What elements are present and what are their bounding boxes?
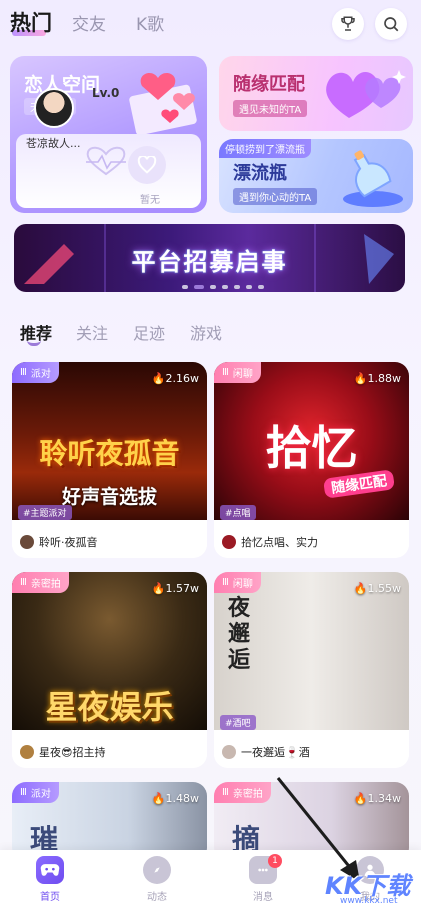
room-cover-title: 夜邂逅 (228, 596, 251, 673)
nav-feed-label: 动态 (147, 892, 167, 903)
room-card[interactable]: Ⅲ 闲聊 🔥1.55w 夜邂逅 #酒吧 一夜邂逅🍷酒 (214, 572, 409, 768)
random-match-subtitle: 遇见未知的TA (233, 100, 308, 117)
room-heat: 🔥1.48w (151, 792, 200, 805)
bars-icon: Ⅲ (222, 787, 229, 798)
bars-icon: Ⅲ (20, 577, 27, 588)
room-hashtag: #点唱 (220, 505, 256, 520)
pager-dot (258, 285, 264, 289)
banner-text: 平台招募启事 (131, 248, 288, 276)
pager-dot (182, 285, 188, 289)
envelope-hearts-icon (129, 72, 197, 136)
drift-bottle-title: 漂流瓶 (233, 163, 287, 184)
room-heat-value: 1.48w (165, 792, 200, 805)
host-avatar (20, 535, 34, 549)
room-cover-title: 聆听夜孤音 (39, 437, 180, 470)
top-nav: 热门 交友 K歌 (0, 0, 421, 48)
room-category: Ⅲ 派对 (12, 362, 59, 383)
search-icon (384, 17, 399, 32)
room-name: 一夜邂逅🍷酒 (241, 746, 310, 759)
pager-dot-active (194, 285, 204, 289)
host-avatar (222, 745, 236, 759)
room-category: Ⅲ 亲密拍 (12, 572, 69, 593)
heart-icon (137, 156, 157, 174)
trophy-icon (341, 16, 355, 31)
drift-bottle-tag: 停顿捞到了漂流瓶 (219, 139, 311, 158)
subtab-games[interactable]: 游戏 (190, 320, 222, 344)
partner-slot[interactable] (128, 146, 166, 184)
drift-bottle-subtitle: 遇到你心动的TA (233, 188, 318, 205)
room-card[interactable]: Ⅲ 派对 🔥2.16w 聆听夜孤音 好声音选拔 #主题派对 聆听·夜孤音 (12, 362, 207, 558)
gamepad-icon (36, 856, 64, 884)
partner-empty-label: 暂无 (140, 195, 160, 206)
level-label: Lv.0 (92, 86, 120, 100)
room-category-label: 派对 (30, 369, 51, 380)
room-category-label: 亲密拍 (232, 789, 263, 800)
room-heat-value: 1.57w (165, 582, 200, 595)
username: 苍凉故人... (26, 137, 81, 150)
sub-tabs: 推荐 关注 足迹 游戏 (0, 316, 421, 346)
tab-karaoke[interactable]: K歌 (136, 10, 164, 35)
avatar[interactable] (34, 88, 74, 128)
nav-home-label: 首页 (40, 892, 60, 903)
tab-friends[interactable]: 交友 (72, 10, 106, 35)
pager-dot (210, 285, 216, 289)
room-category: Ⅲ 闲聊 (214, 362, 261, 383)
room-name: 聆听·夜孤音 (39, 536, 98, 549)
subtab-follow[interactable]: 关注 (76, 320, 108, 344)
trophy-button[interactable] (332, 8, 364, 40)
room-heat: 🔥1.55w (353, 582, 402, 595)
room-category-label: 闲聊 (232, 369, 253, 380)
room-cover-title: 拾忆 (265, 421, 358, 475)
tab-hot[interactable]: 热门 (10, 7, 52, 37)
random-match-title: 随缘匹配 (233, 74, 305, 95)
pager-dot (234, 285, 240, 289)
room-info-bar: 聆听·夜孤音 (12, 526, 207, 558)
room-heat: 🔥1.57w (151, 582, 200, 595)
compass-icon (143, 856, 171, 884)
room-hashtag: #酒吧 (220, 715, 256, 730)
bottle-icon (343, 150, 403, 207)
search-button[interactable] (375, 8, 407, 40)
bars-icon: Ⅲ (222, 577, 229, 588)
room-category-label: 派对 (30, 789, 51, 800)
room-category-label: 亲密拍 (30, 579, 61, 590)
room-cover-title: 星夜娱乐 (45, 688, 174, 726)
nav-feed[interactable]: 动态 (132, 856, 182, 903)
room-info-bar: 一夜邂逅🍷酒 (214, 736, 409, 768)
bars-icon: Ⅲ (20, 787, 27, 798)
nav-messages-label: 消息 (253, 892, 273, 903)
host-avatar (20, 745, 34, 759)
room-heat-value: 1.34w (367, 792, 402, 805)
subtab-footprint[interactable]: 足迹 (133, 320, 165, 344)
bars-icon: Ⅲ (20, 367, 27, 378)
room-heat: 🔥1.88w (353, 372, 402, 385)
random-match-card[interactable]: 随缘匹配 遇见未知的TA (219, 56, 413, 131)
nav-home[interactable]: 首页 (25, 856, 75, 903)
room-category: Ⅲ 亲密拍 (214, 782, 271, 803)
room-heat-value: 2.16w (165, 372, 200, 385)
room-category-label: 闲聊 (232, 579, 253, 590)
hearts-icon (326, 70, 406, 118)
recruit-banner[interactable]: 平台招募启事 (14, 224, 405, 292)
pager-dot (222, 285, 228, 289)
room-info-bar: 拾忆点唱、实力 (214, 526, 409, 558)
room-category: Ⅲ 派对 (12, 782, 59, 803)
room-heat-value: 1.55w (367, 582, 402, 595)
heartbeat-icon (86, 146, 126, 176)
bars-icon: Ⅲ (222, 367, 229, 378)
drift-bottle-card[interactable]: 停顿捞到了漂流瓶 漂流瓶 遇到你心动的TA (219, 139, 413, 213)
pager-dot (246, 285, 252, 289)
room-card[interactable]: Ⅲ 亲密拍 🔥1.57w 星夜娱乐 星夜😎招主持 (12, 572, 207, 768)
room-hashtag: #主题派对 (18, 505, 72, 520)
banner-pager (182, 285, 264, 289)
host-avatar (222, 535, 236, 549)
room-card[interactable]: Ⅲ 闲聊 🔥1.88w 拾忆 随缘匹配 #点唱 拾忆点唱、实力 (214, 362, 409, 558)
room-heat-value: 1.88w (367, 372, 402, 385)
room-heat: 🔥2.16w (151, 372, 200, 385)
room-name: 拾忆点唱、实力 (241, 536, 318, 549)
room-info-bar: 星夜😎招主持 (12, 736, 207, 768)
room-name: 星夜😎招主持 (39, 746, 106, 759)
room-category: Ⅲ 闲聊 (214, 572, 261, 593)
watermark-url: www.kkx.net (340, 896, 398, 906)
